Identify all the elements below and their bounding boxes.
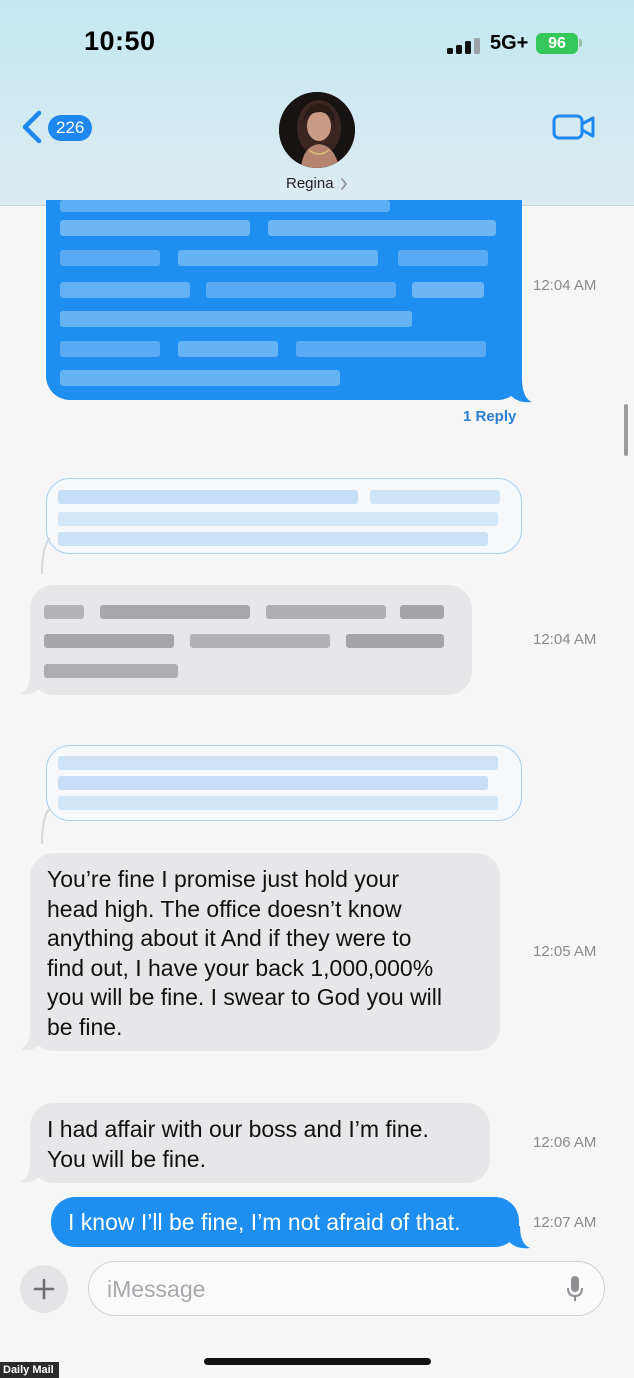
bubble-tail xyxy=(20,1160,44,1183)
thread-connector xyxy=(41,537,51,575)
message-timestamp: 12:07 AM xyxy=(533,1214,597,1231)
avatar-photo xyxy=(279,92,355,168)
back-chevron-icon xyxy=(22,110,42,144)
source-watermark: Daily Mail xyxy=(0,1362,59,1378)
battery-icon: 96 xyxy=(536,33,578,54)
message-input-placeholder: iMessage xyxy=(107,1276,206,1302)
bubble-tail xyxy=(20,672,44,695)
message-input[interactable]: iMessage xyxy=(88,1261,605,1316)
thread-connector xyxy=(41,807,51,845)
bubble-tail xyxy=(506,1226,530,1249)
message-text: I had affair with our boss and I’m fine.… xyxy=(47,1116,429,1172)
microphone-icon[interactable] xyxy=(566,1275,584,1303)
contact-avatar[interactable] xyxy=(279,92,355,168)
network-type: 5G+ xyxy=(490,32,529,54)
contact-chevron-icon xyxy=(341,178,348,190)
status-time: 10:50 xyxy=(84,26,156,56)
message-timestamp: 12:04 AM xyxy=(533,277,597,294)
plus-icon xyxy=(33,1278,55,1300)
conversation-header: 10:50 5G+ 96 226 Regina xyxy=(0,0,634,206)
contact-name[interactable]: Regina xyxy=(286,175,334,192)
scroll-indicator[interactable] xyxy=(624,404,628,456)
message-timestamp: 12:05 AM xyxy=(533,943,597,960)
bubble-tail xyxy=(20,1028,44,1051)
unread-count-badge: 226 xyxy=(48,115,93,141)
battery-tip xyxy=(579,39,582,47)
apps-plus-button[interactable] xyxy=(20,1265,68,1313)
bubble-tail xyxy=(508,378,532,403)
message-text: I know I’ll be fine, I’m not afraid of t… xyxy=(68,1209,461,1235)
thread-reply-link[interactable]: 1 Reply xyxy=(463,408,516,425)
cellular-signal-icon xyxy=(447,38,480,54)
home-indicator[interactable] xyxy=(204,1358,431,1365)
video-camera-icon[interactable] xyxy=(552,112,596,142)
battery-level: 96 xyxy=(548,35,566,52)
message-text: You’re fine I promise just hold your hea… xyxy=(47,866,443,1040)
watermark-text: Daily Mail xyxy=(3,1364,54,1376)
message-timestamp: 12:04 AM xyxy=(533,631,597,648)
back-button[interactable]: 226 xyxy=(20,108,100,148)
message-timestamp: 12:06 AM xyxy=(533,1134,597,1151)
